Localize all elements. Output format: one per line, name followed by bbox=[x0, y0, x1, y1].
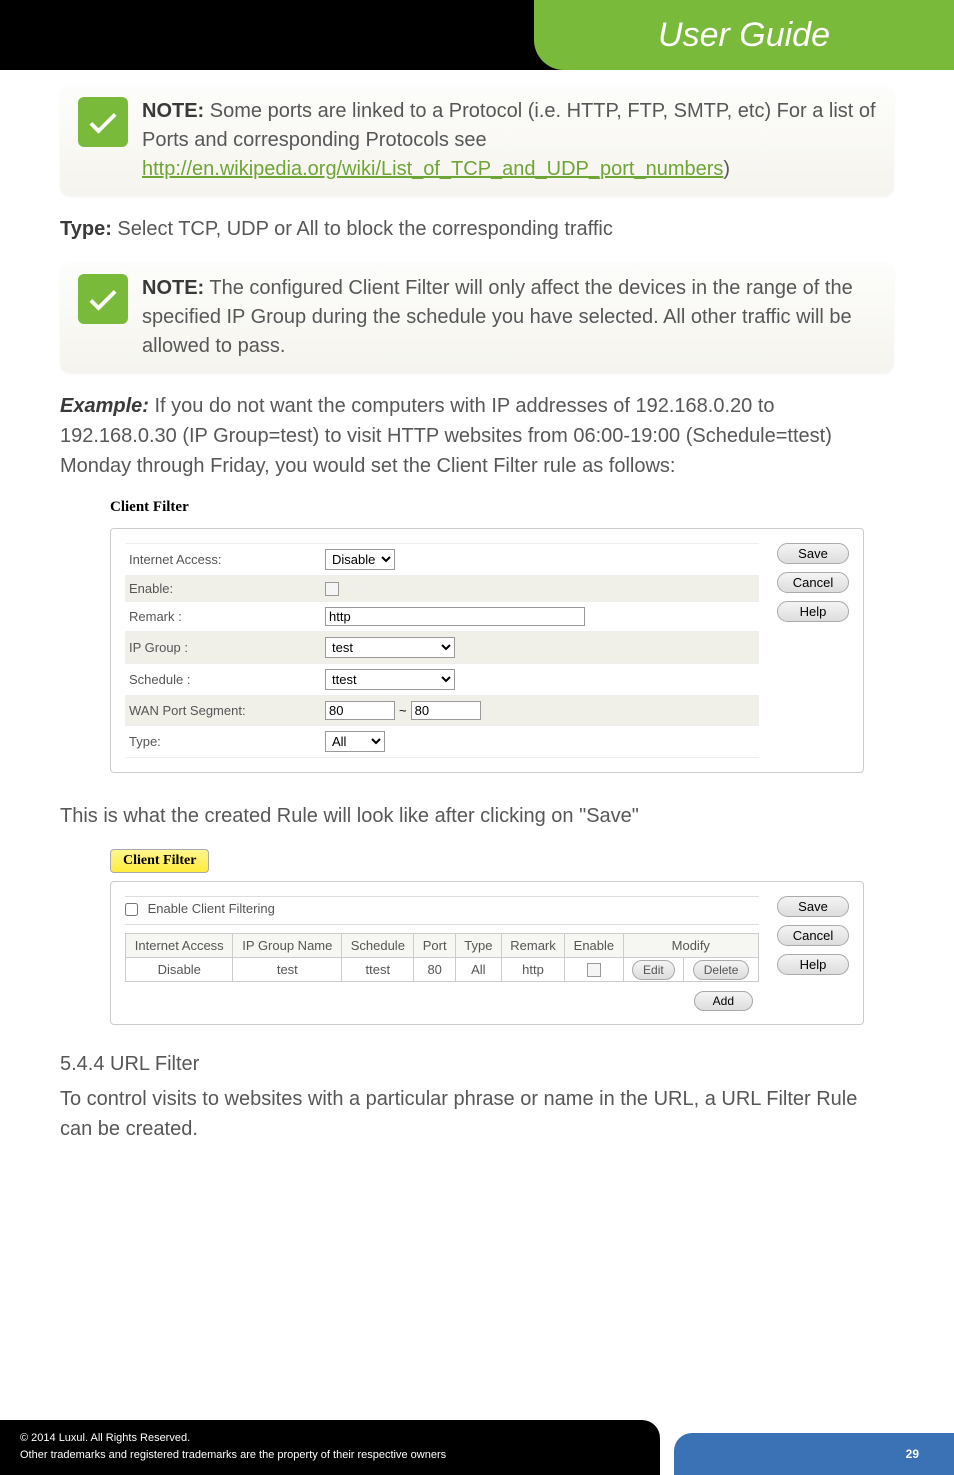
enable-checkbox[interactable] bbox=[325, 582, 339, 596]
wikipedia-link[interactable]: http://en.wikipedia.org/wiki/List_of_TCP… bbox=[142, 158, 723, 180]
col-remark: Remark bbox=[501, 934, 564, 958]
col-port: Port bbox=[414, 934, 455, 958]
add-button[interactable]: Add bbox=[694, 991, 753, 1011]
page-header: User Guide bbox=[0, 0, 954, 70]
internet-access-select[interactable]: Disable bbox=[325, 549, 395, 570]
wan-port-from-input[interactable] bbox=[325, 701, 395, 720]
note-label: NOTE: bbox=[142, 277, 204, 299]
section-heading: 5.4.4 URL Filter bbox=[60, 1053, 894, 1076]
note-2-text: NOTE: The configured Client Filter will … bbox=[142, 274, 876, 361]
help-button[interactable]: Help bbox=[777, 954, 849, 975]
save-button[interactable]: Save bbox=[777, 896, 849, 917]
col-internet-access: Internet Access bbox=[126, 934, 233, 958]
cf-title: Client Filter bbox=[110, 499, 864, 516]
client-filter-form-screenshot: Client Filter Internet Access: Disable E… bbox=[110, 499, 864, 773]
example-text: Example: If you do not want the computer… bbox=[60, 391, 894, 481]
enable-filtering-checkbox[interactable] bbox=[125, 903, 138, 916]
type-select[interactable]: All bbox=[325, 731, 385, 752]
help-button[interactable]: Help bbox=[777, 601, 849, 622]
checkmark-icon bbox=[78, 97, 128, 147]
enable-filtering-label: Enable Client Filtering bbox=[148, 901, 275, 916]
ip-group-label: IP Group : bbox=[125, 640, 325, 655]
col-ip-group: IP Group Name bbox=[233, 934, 342, 958]
header-badge: User Guide bbox=[534, 0, 954, 70]
col-modify: Modify bbox=[623, 934, 758, 958]
ip-group-select[interactable]: test bbox=[325, 637, 455, 658]
internet-access-label: Internet Access: bbox=[125, 552, 325, 567]
cf-tab[interactable]: Client Filter bbox=[110, 849, 209, 873]
schedule-label: Schedule : bbox=[125, 672, 325, 687]
table-header-row: Internet Access IP Group Name Schedule P… bbox=[126, 934, 759, 958]
table-row: Disable test ttest 80 All http Edit Dele… bbox=[126, 958, 759, 982]
page-number: 29 bbox=[906, 1447, 919, 1461]
footer-page-badge: 29 bbox=[674, 1433, 954, 1475]
page-footer: © 2014 Luxul. All Rights Reserved. Other… bbox=[0, 1420, 954, 1475]
col-type: Type bbox=[455, 934, 501, 958]
enable-label: Enable: bbox=[125, 581, 325, 596]
note-box-1: NOTE: Some ports are linked to a Protoco… bbox=[60, 85, 894, 196]
cancel-button[interactable]: Cancel bbox=[777, 925, 849, 946]
section-text: To control visits to websites with a par… bbox=[60, 1084, 894, 1144]
note-label: NOTE: bbox=[142, 100, 204, 122]
row-enable-cell bbox=[565, 958, 623, 982]
client-filter-table-screenshot: Client Filter Enable Client Filtering In… bbox=[110, 849, 864, 1025]
note-1-text: NOTE: Some ports are linked to a Protoco… bbox=[142, 97, 876, 184]
note-box-2: NOTE: The configured Client Filter will … bbox=[60, 262, 894, 373]
type-description: Type: Select TCP, UDP or All to block th… bbox=[60, 214, 894, 244]
remark-label: Remark : bbox=[125, 609, 325, 624]
after-save-text: This is what the created Rule will look … bbox=[60, 801, 894, 831]
wan-port-to-input[interactable] bbox=[411, 701, 481, 720]
filter-rules-table: Internet Access IP Group Name Schedule P… bbox=[125, 933, 759, 982]
checkmark-icon bbox=[78, 274, 128, 324]
col-enable: Enable bbox=[565, 934, 623, 958]
wan-port-label: WAN Port Segment: bbox=[125, 703, 325, 718]
footer-copyright: © 2014 Luxul. All Rights Reserved. Other… bbox=[0, 1420, 660, 1475]
remark-input[interactable] bbox=[325, 607, 585, 626]
header-title: User Guide bbox=[658, 16, 830, 55]
cancel-button[interactable]: Cancel bbox=[777, 572, 849, 593]
edit-button[interactable]: Edit bbox=[632, 960, 675, 980]
schedule-select[interactable]: ttest bbox=[325, 669, 455, 690]
row-enable-checkbox[interactable] bbox=[587, 963, 601, 977]
type-label: Type: bbox=[125, 734, 325, 749]
delete-button[interactable]: Delete bbox=[693, 960, 750, 980]
save-button[interactable]: Save bbox=[777, 543, 849, 564]
col-schedule: Schedule bbox=[342, 934, 414, 958]
